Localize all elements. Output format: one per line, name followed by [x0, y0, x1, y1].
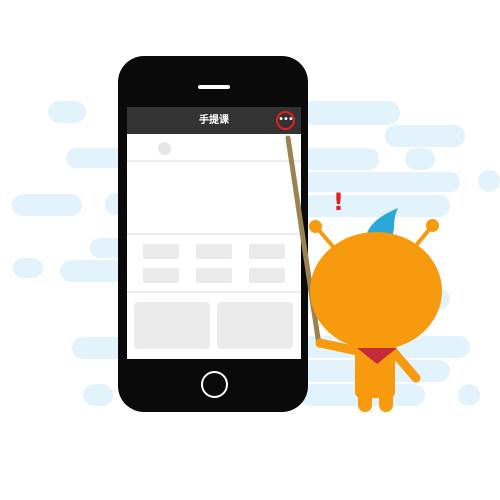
scarf-icon [357, 348, 397, 364]
mascot-leg [379, 396, 393, 412]
antenna-tip [426, 219, 439, 232]
mascot-arms [285, 135, 434, 383]
alert-mark: ! [333, 188, 344, 216]
mascot-leg [358, 396, 372, 412]
antenna-tip [309, 220, 322, 233]
mascot-head [310, 232, 442, 350]
